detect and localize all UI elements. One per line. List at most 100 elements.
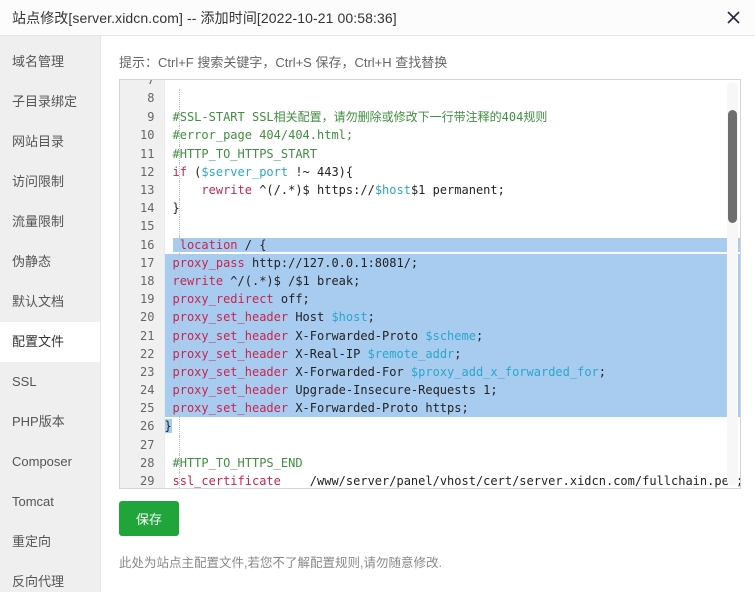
line-number: 17: [120, 254, 164, 272]
code-line[interactable]: 9#SSL-START SSL相关配置，请勿删除或修改下一行带注释的404规则: [120, 107, 740, 126]
sidebar-item-8[interactable]: SSL: [0, 362, 100, 402]
sidebar-item-13[interactable]: 反向代理: [0, 562, 100, 592]
code-text[interactable]: #error_page 404/404.html;: [164, 126, 740, 144]
sidebar-item-11[interactable]: Tomcat: [0, 482, 100, 522]
sidebar-item-4[interactable]: 流量限制: [0, 202, 100, 242]
sidebar-item-9[interactable]: PHP版本: [0, 402, 100, 442]
code-line[interactable]: 15: [120, 217, 740, 235]
code-line[interactable]: 26}: [120, 417, 740, 435]
sidebar-item-3[interactable]: 访问限制: [0, 162, 100, 202]
code-text[interactable]: [164, 436, 740, 454]
code-line[interactable]: 10#error_page 404/404.html;: [120, 126, 740, 144]
code-text[interactable]: }: [164, 199, 740, 217]
code-line[interactable]: 18rewrite ^/(.*)$ /$1 break;: [120, 272, 740, 290]
line-number: 8: [120, 89, 164, 107]
line-number: 21: [120, 326, 164, 344]
code-text[interactable]: proxy_set_header X-Forwarded-Proto $sche…: [164, 326, 740, 344]
sidebar-item-label: 网站目录: [12, 134, 64, 149]
code-line[interactable]: 29ssl_certificate /www/server/panel/vhos…: [120, 472, 740, 488]
code-text[interactable]: proxy_pass http://127.0.0.1:8081/;: [164, 254, 740, 272]
line-number: 9: [120, 107, 164, 126]
code-line[interactable]: 17proxy_pass http://127.0.0.1:8081/;: [120, 254, 740, 272]
code-line[interactable]: 25proxy_set_header X-Forwarded-Proto htt…: [120, 399, 740, 417]
code-line[interactable]: 23proxy_set_header X-Forwarded-For $prox…: [120, 363, 740, 381]
code-text[interactable]: proxy_set_header X-Real-IP $remote_addr;: [164, 345, 740, 363]
editor-scrollbar-thumb[interactable]: [728, 110, 737, 223]
line-number: 27: [120, 436, 164, 454]
footer-note: 此处为站点主配置文件,若您不了解配置规则,请勿随意修改.: [119, 552, 741, 571]
sidebar-item-label: 域名管理: [12, 54, 64, 69]
close-icon[interactable]: [722, 7, 744, 29]
line-number: 23: [120, 363, 164, 381]
line-number: 28: [120, 454, 164, 472]
window-title: 站点修改[server.xidcn.com] -- 添加时间[2022-10-2…: [12, 8, 397, 28]
line-number: 12: [120, 163, 164, 181]
line-number: 7: [120, 80, 164, 89]
editor-hint: 提示：Ctrl+F 搜索关键字，Ctrl+S 保存，Ctrl+H 查找替换: [119, 36, 741, 79]
code-line[interactable]: 20proxy_set_header Host $host;: [120, 308, 740, 326]
code-lines: 7#404 /404.html; index.html; error_page …: [120, 80, 740, 488]
code-text[interactable]: [164, 217, 740, 235]
sidebar-item-0[interactable]: 域名管理: [0, 42, 100, 82]
code-editor[interactable]: 7#404 /404.html; index.html; error_page …: [119, 79, 741, 489]
sidebar-item-label: PHP版本: [12, 414, 65, 429]
line-number: 22: [120, 345, 164, 363]
save-button[interactable]: 保存: [119, 501, 179, 536]
sidebar-item-label: Composer: [12, 454, 72, 469]
sidebar-item-label: 反向代理: [12, 574, 64, 589]
code-text[interactable]: proxy_set_header Upgrade-Insecure-Reques…: [164, 381, 740, 399]
sidebar-item-label: Tomcat: [12, 494, 54, 509]
code-text[interactable]: [164, 89, 740, 107]
line-number: 29: [120, 472, 164, 488]
code-text[interactable]: if ($server_port !~ 443){: [164, 163, 740, 181]
code-editor-viewport[interactable]: 7#404 /404.html; index.html; error_page …: [120, 80, 740, 488]
sidebar-item-label: 子目录绑定: [12, 94, 77, 109]
line-number: 19: [120, 290, 164, 308]
code-line[interactable]: 24proxy_set_header Upgrade-Insecure-Requ…: [120, 381, 740, 399]
sidebar-item-label: 配置文件: [12, 334, 64, 349]
code-line[interactable]: 8: [120, 89, 740, 107]
line-number: 14: [120, 199, 164, 217]
sidebar-item-5[interactable]: 伪静态: [0, 242, 100, 282]
config-file-panel: 提示：Ctrl+F 搜索关键字，Ctrl+S 保存，Ctrl+H 查找替换 7#…: [101, 36, 755, 592]
code-text[interactable]: proxy_set_header Host $host;: [164, 308, 740, 326]
sidebar-item-12[interactable]: 重定向: [0, 522, 100, 562]
code-line[interactable]: 19proxy_redirect off;: [120, 290, 740, 308]
line-number: 24: [120, 381, 164, 399]
code-line[interactable]: 28#HTTP_TO_HTTPS_END: [120, 454, 740, 472]
code-text[interactable]: rewrite ^(/.*)$ https://$host$1 permanen…: [164, 181, 740, 199]
editor-vertical-scrollbar[interactable]: [727, 82, 738, 486]
code-text[interactable]: proxy_redirect off;: [164, 290, 740, 308]
sidebar-item-10[interactable]: Composer: [0, 442, 100, 482]
code-line[interactable]: 13 rewrite ^(/.*)$ https://$host$1 perma…: [120, 181, 740, 199]
code-line[interactable]: 7#404 /404.html; index.html; error_page …: [120, 80, 740, 89]
code-text[interactable]: #SSL-START SSL相关配置，请勿删除或修改下一行带注释的404规则: [164, 107, 740, 126]
code-line[interactable]: 11#HTTP_TO_HTTPS_START: [120, 145, 740, 163]
code-line[interactable]: 21proxy_set_header X-Forwarded-Proto $sc…: [120, 326, 740, 344]
code-text[interactable]: ssl_certificate /www/server/panel/vhost/…: [164, 472, 740, 488]
code-text[interactable]: rewrite ^/(.*)$ /$1 break;: [164, 272, 740, 290]
code-text[interactable]: proxy_set_header X-Forwarded-Proto https…: [164, 399, 740, 417]
window-titlebar: 站点修改[server.xidcn.com] -- 添加时间[2022-10-2…: [0, 0, 755, 36]
sidebar-item-label: 重定向: [12, 534, 51, 549]
code-line[interactable]: 27: [120, 436, 740, 454]
code-line[interactable]: 16 location / {: [120, 236, 740, 254]
sidebar-item-label: 伪静态: [12, 254, 51, 269]
line-number: 20: [120, 308, 164, 326]
line-number: 10: [120, 126, 164, 144]
code-text[interactable]: }: [164, 417, 740, 435]
sidebar-item-1[interactable]: 子目录绑定: [0, 82, 100, 122]
code-line[interactable]: 14}: [120, 199, 740, 217]
sidebar-item-label: 默认文档: [12, 294, 64, 309]
code-text[interactable]: proxy_set_header X-Forwarded-For $proxy_…: [164, 363, 740, 381]
line-number: 25: [120, 399, 164, 417]
sidebar-item-2[interactable]: 网站目录: [0, 122, 100, 162]
code-text[interactable]: #HTTP_TO_HTTPS_END: [164, 454, 740, 472]
sidebar-item-6[interactable]: 默认文档: [0, 282, 100, 322]
code-line[interactable]: 12if ($server_port !~ 443){: [120, 163, 740, 181]
code-text[interactable]: location / {: [164, 236, 740, 254]
line-number: 16: [120, 236, 164, 254]
sidebar-item-7[interactable]: 配置文件: [0, 322, 100, 362]
code-line[interactable]: 22proxy_set_header X-Real-IP $remote_add…: [120, 345, 740, 363]
code-text[interactable]: #HTTP_TO_HTTPS_START: [164, 145, 740, 163]
